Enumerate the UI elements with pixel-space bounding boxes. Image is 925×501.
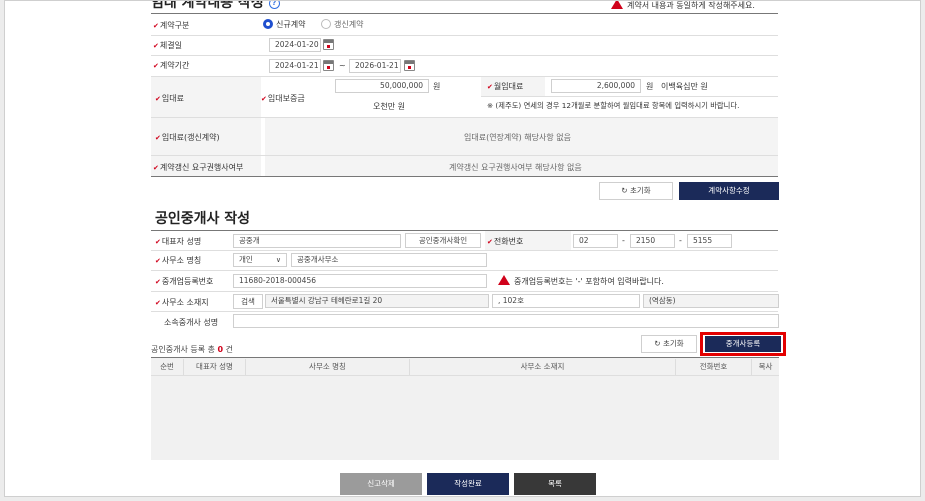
col-phone: 전화번호: [675, 359, 751, 375]
reset-agent-button[interactable]: ↻ 초기화: [641, 335, 697, 353]
affiliated-agent-input[interactable]: [233, 314, 779, 328]
label-renewal-right: 계약갱신 요구권행사여부: [153, 162, 244, 173]
label-reg-no: 중개업등록번호: [155, 276, 214, 287]
label-contract-period: 계약기간: [153, 60, 189, 71]
phone-part3-input[interactable]: 5155: [687, 234, 732, 248]
monthly-rent-words: 이백육십만 원: [661, 82, 708, 91]
col-office-name: 사무소 명칭: [245, 359, 409, 375]
label-contract-type: 계약구분: [153, 20, 189, 31]
deposit-words: 오천만 원: [373, 102, 405, 111]
section-title-lease: 임대 계약내용 작성 ?: [151, 1, 280, 12]
chevron-down-icon: ∨: [275, 256, 281, 264]
monthly-rent-note: ※ (제주도) 연세의 경우 12개월로 분할하여 월임대료 항목에 입력하시기…: [487, 101, 740, 110]
phone-part2-input[interactable]: 2150: [630, 234, 675, 248]
reg-no-input[interactable]: 11680-2018-000456: [233, 274, 487, 288]
section-title-agent: 공인중개사 작성: [155, 211, 251, 227]
notice-text: 계약서 내용과 동일하게 작성해주세요.: [611, 1, 755, 11]
office-name-input[interactable]: 공중개사무소: [291, 253, 487, 267]
period-to-input[interactable]: 2026-01-21: [349, 59, 401, 73]
warning-icon: [611, 1, 623, 9]
address-search-button[interactable]: 검색: [233, 294, 263, 309]
label-monthly-rent: 월임대료: [487, 81, 523, 92]
monthly-rent-unit: 원: [646, 82, 654, 91]
label-affiliated-agent: 소속중개사 성명: [164, 318, 219, 327]
renewal-right-value: 계약갱신 요구권행사여부 해당사항 없음: [449, 163, 582, 172]
period-from-input[interactable]: 2024-01-21: [269, 59, 321, 73]
col-index: 순번: [160, 362, 174, 371]
radio-on-icon: [263, 19, 273, 29]
radio-new-contract[interactable]: 신규계약: [263, 19, 305, 30]
label-address: 사무소 소재지: [155, 297, 209, 308]
phone-dash: -: [622, 236, 625, 245]
phone-dash: -: [679, 236, 682, 245]
registry-count: 공인중개사 등록 총 0 건: [151, 345, 234, 354]
radio-off-icon: [321, 19, 331, 29]
label-renewal-rent: 임대료(갱신계약): [155, 132, 220, 143]
label-deposit: 임대보증금: [261, 93, 305, 104]
deposit-unit: 원: [433, 82, 441, 91]
verify-agent-button[interactable]: 공인중개사확인: [405, 233, 481, 248]
renewal-rent-value: 임대료(연장계약) 해당사항 없음: [464, 133, 572, 142]
label-rep-name: 대표자 성명: [155, 236, 201, 247]
rep-name-input[interactable]: 공중개: [233, 234, 401, 248]
monthly-rent-input[interactable]: 2,600,000: [551, 79, 641, 93]
col-copy: 복사: [751, 359, 779, 375]
radio-renewal-contract[interactable]: 갱신계약: [321, 19, 363, 30]
list-button[interactable]: 목록: [514, 473, 596, 495]
reset-contract-button[interactable]: ↻ 초기화: [599, 182, 673, 200]
refresh-icon: ↻: [621, 186, 628, 195]
label-rent: 임대료: [155, 93, 184, 104]
label-phone: 전화번호: [487, 236, 523, 247]
period-tilde: ~: [339, 61, 346, 70]
calendar-icon[interactable]: [323, 60, 334, 71]
address-detail-input[interactable]: , 102호: [492, 294, 640, 308]
complete-button[interactable]: 작성완료: [427, 473, 509, 495]
office-type-select[interactable]: 개인 ∨: [233, 253, 287, 267]
calendar-icon[interactable]: [323, 39, 334, 50]
reg-no-warning: 중개업등록번호는 '-' 포함하여 입력바랍니다.: [498, 275, 664, 287]
address-extra-input[interactable]: (역삼동): [643, 294, 779, 308]
deposit-input[interactable]: 50,000,000: [335, 79, 429, 93]
conclusion-date-input[interactable]: 2024-01-20: [269, 38, 321, 52]
modify-contract-button[interactable]: 계약사항수정: [679, 182, 779, 200]
col-address: 사무소 소재지: [409, 359, 675, 375]
refresh-icon: ↻: [654, 339, 661, 348]
phone-part1-input[interactable]: 02: [573, 234, 618, 248]
label-conclusion-date: 체결일: [153, 40, 182, 51]
address-road-input[interactable]: 서울특별시 강남구 테헤란로1길 20: [265, 294, 489, 308]
help-icon[interactable]: ?: [268, 1, 280, 9]
calendar-icon[interactable]: [404, 60, 415, 71]
delete-report-button[interactable]: 신고삭제: [340, 473, 422, 495]
warning-icon: [498, 275, 510, 285]
page-frame: 임대 계약내용 작성 ? 계약서 내용과 동일하게 작성해주세요. 계약구분 신…: [4, 0, 921, 497]
register-agent-button[interactable]: 중개사등록: [705, 336, 781, 352]
col-rep-name: 대표자 성명: [183, 359, 245, 375]
label-office-name: 사무소 명칭: [155, 255, 201, 266]
